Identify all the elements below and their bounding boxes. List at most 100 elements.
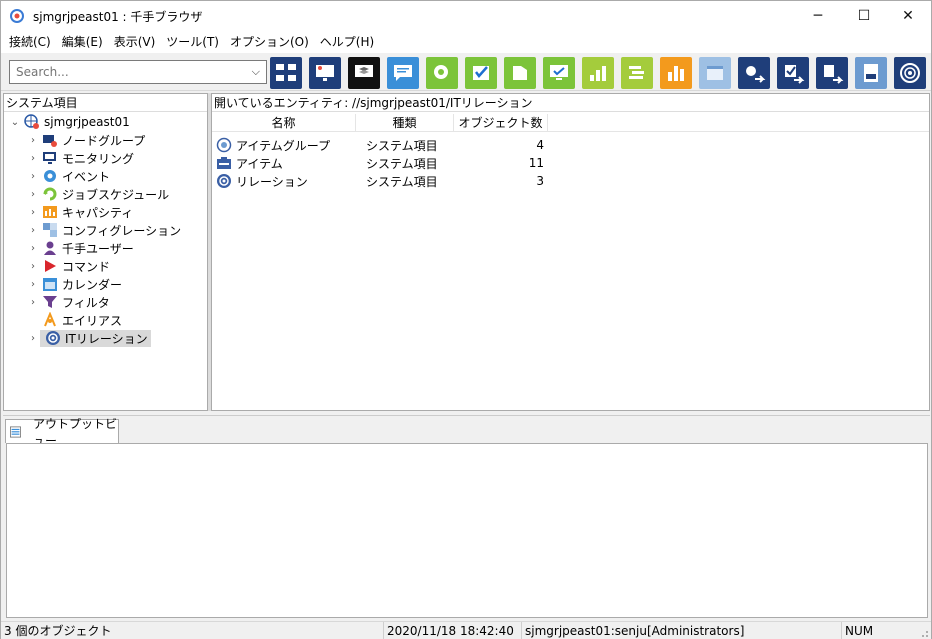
log-button[interactable] [855,57,887,89]
minimize-button[interactable]: ─ [795,1,841,31]
chevron-right-icon[interactable]: › [26,225,40,236]
radar-icon [900,63,920,83]
chevron-right-icon[interactable]: › [26,153,40,164]
menu-connect[interactable]: 接続(C) [5,31,58,53]
column-header-name[interactable]: 名称 [212,114,356,132]
row-name: アイテム [236,156,283,171]
configuration-icon [43,223,57,237]
bar-chart-button[interactable] [582,57,614,89]
list-header: 名称 種類 オブジェクト数 [212,114,929,132]
tree-item-label: コンフィグレーション [62,223,182,238]
export-check-button[interactable] [777,57,809,89]
menu-view[interactable]: 表示(V) [110,31,163,53]
check-button[interactable] [465,57,497,89]
table-row[interactable]: リレーション システム項目 3 [216,172,544,190]
chevron-right-icon[interactable]: › [26,243,40,254]
layers-icon [355,65,373,77]
tree-item-capacity[interactable]: › キャパシティ [26,203,133,221]
globe-server-icon [24,114,39,129]
map-button[interactable] [504,57,536,89]
export-gear-button[interactable] [738,57,770,89]
status-user: sjmgrjpeast01:senju[Administrators] [521,622,839,639]
table-row[interactable]: アイテム システム項目 11 [216,154,544,172]
tree-item-label: コマンド [62,259,111,274]
message-button[interactable] [387,57,419,89]
menu-edit[interactable]: 編集(E) [58,31,110,53]
export-doc-button[interactable] [816,57,848,89]
relation-icon [217,174,231,188]
tree-item-label: モニタリング [62,151,135,166]
row-count: 11 [528,156,544,170]
tree-item-label: フィルタ [62,295,110,310]
gantt-button[interactable] [621,57,653,89]
radar-button[interactable] [894,57,926,89]
row-type: システム項目 [366,174,438,189]
chevron-right-icon[interactable]: › [26,297,40,308]
tree-item-label: ITリレーション [65,331,148,346]
menu-tools[interactable]: ツール(T) [162,31,226,53]
system-tree-pane: システム項目 ⌄ sjmgrjpeast01 › ノードグループ › モニタリン… [3,93,208,411]
tree-item-it-relation[interactable]: › ITリレーション [26,329,151,347]
search-combo[interactable]: ⌵ [9,60,267,84]
tab-output-view[interactable]: アウトプットビュー [5,417,119,448]
tree-item-calendar[interactable]: › カレンダー [26,275,122,293]
tree-item-job-schedule[interactable]: › ジョブスケジュール [26,185,169,203]
resize-grip-icon[interactable] [917,626,929,638]
layers-button[interactable] [348,57,380,89]
nodes-monitor-button[interactable] [270,57,302,89]
tree-item-monitoring[interactable]: › モニタリング [26,149,134,167]
tree-item-configuration[interactable]: › コンフィグレーション [26,221,181,239]
monitor-button[interactable] [309,57,341,89]
tree-header: システム項目 [4,94,207,112]
menu-options[interactable]: オプション(O) [226,31,316,53]
row-type: システム項目 [366,138,438,153]
row-count: 3 [536,174,544,188]
gear-alert-button[interactable] [426,57,458,89]
it-relation-icon [46,331,60,345]
chevron-right-icon[interactable]: › [26,333,40,344]
column-header-type[interactable]: 種類 [356,114,454,132]
close-button[interactable]: ✕ [885,1,931,31]
chevron-right-icon[interactable]: › [26,261,40,272]
display-check-button[interactable] [543,57,575,89]
tree-item-label: 千手ユーザー [62,241,134,256]
menu-bar: 接続(C) 編集(E) 表示(V) ツール(T) オプション(O) ヘルプ(H) [1,31,931,53]
chevron-right-icon[interactable]: › [26,207,40,218]
window-button[interactable] [699,57,731,89]
chevron-right-icon[interactable]: › [26,189,40,200]
node-group-icon [43,135,57,147]
tree-item-label: カレンダー [62,277,123,292]
orange-chart-button[interactable] [660,57,692,89]
chevron-right-icon[interactable]: › [26,171,40,182]
column-header-count[interactable]: オブジェクト数 [454,114,548,132]
event-icon [44,170,56,182]
chevron-down-icon[interactable]: ⌄ [8,117,22,128]
tree-root[interactable]: ⌄ sjmgrjpeast01 [8,113,130,131]
tree-item-filter[interactable]: › フィルタ [26,293,110,311]
chevron-right-icon[interactable]: › [26,135,40,146]
orange-chart-icon [668,66,684,81]
status-bar: 3 個のオブジェクト 2020/11/18 18:42:40 sjmgrjpea… [1,621,931,639]
nodes-monitor-icon [276,64,296,81]
tree-item-command[interactable]: › コマンド [26,257,110,275]
output-content[interactable] [6,443,928,618]
chevron-down-icon[interactable]: ⌵ [252,65,260,79]
app-window: sjmgrjpeast01 : 千手ブラウザ ─ ☐ ✕ 接続(C) 編集(E)… [0,0,932,639]
tree-item-senju-user[interactable]: › 千手ユーザー [26,239,134,257]
table-row[interactable]: アイテムグループ システム項目 4 [216,136,544,154]
window-icon [707,66,723,80]
chevron-right-icon[interactable]: › [26,279,40,290]
message-icon [394,65,412,81]
capacity-icon [43,206,57,218]
map-icon [513,66,527,80]
tree-item-node-group[interactable]: › ノードグループ [26,131,145,149]
maximize-button[interactable]: ☐ [841,1,887,31]
search-input[interactable] [10,61,240,83]
cell-name: リレーション [216,173,358,190]
item-group-icon [216,137,232,153]
menu-help[interactable]: ヘルプ(H) [316,31,381,53]
tree-item-label: イベント [62,169,111,184]
tree-item-event[interactable]: › イベント [26,167,110,185]
check-icon [473,66,489,80]
tree-item-alias[interactable]: エイリアス [40,311,122,329]
